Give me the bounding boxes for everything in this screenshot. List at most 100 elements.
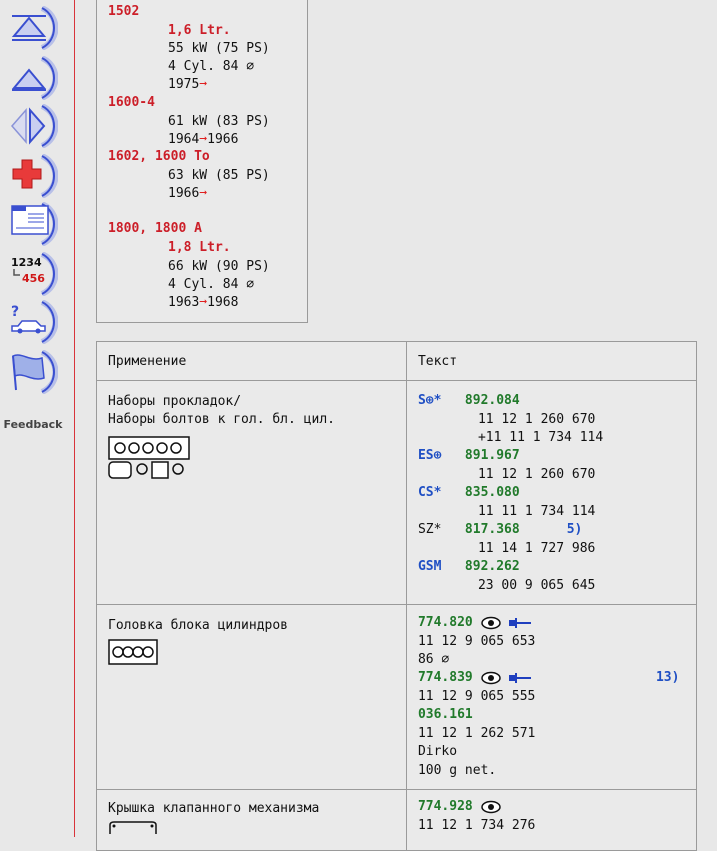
table-row: Головка блока цилиндров 774.820 11 12 9 …: [96, 604, 698, 790]
application-label: Наборы болтов к гол. бл. цил.: [108, 412, 335, 427]
number-search-icon: 1234 456: [11, 252, 58, 296]
first-page-icon: [11, 6, 58, 50]
model-displacement: 1,8 Ltr.: [168, 240, 231, 255]
sidebar-nav: 1234 456 ? Feedback: [0, 0, 66, 837]
flag-button[interactable]: [8, 350, 58, 394]
model-years: 1966➞: [168, 185, 207, 203]
oem-ref: 11 11 1 734 114: [477, 504, 596, 519]
year-from: 1964: [168, 132, 200, 147]
part-number-link[interactable]: 774.928: [418, 799, 473, 814]
text-cell: S⊕* 892.084 11 12 1 260 670 +11 11 1 734…: [405, 380, 698, 605]
oem-ref: +11 11 1 734 114: [477, 430, 604, 445]
year-from: 1975: [168, 77, 200, 92]
part-number-link[interactable]: 891.967: [465, 448, 520, 463]
part-number-link[interactable]: 774.820: [418, 615, 473, 630]
model-name[interactable]: 1600-4: [108, 94, 155, 112]
oem-ref: 11 12 1 262 571: [417, 726, 536, 741]
model-years: 1964➞1966: [168, 131, 238, 149]
part-prefix: CS*: [417, 485, 442, 500]
oem-ref: 11 12 1 260 670: [477, 467, 596, 482]
product-quantity: 100 g net.: [417, 763, 497, 778]
document-icon: [11, 202, 58, 246]
arrow-right-icon: ➞: [199, 295, 208, 310]
valve-cover-gasket-icon[interactable]: [108, 821, 158, 835]
svg-text:1234: 1234: [11, 256, 42, 269]
sidebar-divider: [74, 0, 75, 837]
svg-text:?: ?: [11, 304, 19, 320]
column-header-text: Текст: [405, 341, 698, 381]
application-cell: Наборы прокладок/ Наборы болтов к гол. б…: [96, 380, 407, 605]
part-line: SZ* 817.368 5): [418, 521, 582, 539]
part-line: S⊕* 892.084: [418, 392, 520, 410]
text-cell: 774.928 11 12 1 734 276: [405, 789, 698, 851]
table-row: Наборы прокладок/ Наборы болтов к гол. б…: [96, 380, 698, 605]
model-cylinders: 4 Cyl. 84 ∅: [168, 277, 255, 292]
year-from: 1963: [168, 295, 200, 310]
eye-icon[interactable]: [480, 800, 501, 814]
part-line: GSM 892.262: [418, 558, 520, 576]
column-header-application: Применение: [96, 341, 407, 381]
previous-page-button[interactable]: [8, 56, 58, 100]
part-number-link[interactable]: 892.084: [465, 393, 520, 408]
bore-size: 86 ∅: [417, 652, 450, 667]
gasket-set-icon[interactable]: [108, 436, 190, 480]
part-line: 774.839: [418, 669, 532, 687]
oem-ref: 11 12 1 734 276: [417, 818, 536, 833]
document-button[interactable]: [8, 202, 58, 246]
oem-ref: 11 12 1 260 670: [477, 412, 596, 427]
product-name: Dirko: [417, 744, 458, 759]
arrow-right-icon: ➞: [199, 77, 208, 92]
eye-icon[interactable]: [480, 616, 501, 630]
flag-icon: [12, 350, 58, 394]
previous-page-icon: [11, 56, 58, 100]
part-number-link[interactable]: 835.080: [465, 485, 520, 500]
part-prefix: S⊕*: [417, 393, 442, 408]
part-number-link[interactable]: 036.161: [418, 706, 473, 724]
application-label: Наборы прокладок/: [108, 394, 242, 409]
number-search-button[interactable]: 1234 456: [8, 252, 58, 296]
model-name[interactable]: 1602, 1600 To: [108, 148, 210, 166]
first-aid-icon: [12, 154, 58, 198]
arrow-right-icon: ➞: [199, 132, 208, 147]
application-label: Головка блока цилиндров: [108, 618, 289, 633]
footnote-link[interactable]: 5): [567, 522, 583, 537]
part-line: 774.820: [418, 614, 532, 632]
part-number-link[interactable]: 817.368: [465, 522, 520, 537]
model-name[interactable]: 1800, 1800 A: [108, 220, 202, 238]
svg-text:456: 456: [22, 272, 45, 285]
first-aid-button[interactable]: [8, 154, 58, 198]
part-prefix: SZ*: [417, 522, 442, 537]
oem-ref: 23 00 9 065 645: [477, 578, 596, 593]
part-line: ES⊕ 891.967: [418, 447, 520, 465]
model-name[interactable]: 1502: [108, 3, 139, 21]
text-cell: 774.820 11 12 9 065 653 86 ∅ 774.839 13)…: [405, 604, 698, 790]
model-power: 55 kW (75 PS): [168, 41, 270, 56]
feedback-link[interactable]: Feedback: [0, 418, 66, 431]
application-label: Крышка клапанного механизма: [108, 801, 320, 816]
part-line: 774.928: [418, 798, 501, 816]
prev-next-icon: [11, 104, 58, 148]
year-to: 1968: [207, 295, 239, 310]
model-list: 1502 1,6 Ltr. 55 kW (75 PS) 4 Cyl. 84 ∅ …: [96, 0, 308, 323]
part-prefix: ES⊕: [417, 448, 442, 463]
table-row: Крышка клапанного механизма 774.928 11 1…: [96, 789, 698, 851]
application-cell: Крышка клапанного механизма: [96, 789, 407, 851]
first-page-button[interactable]: [8, 6, 58, 50]
oem-ref: 11 14 1 727 986: [477, 541, 596, 556]
model-cylinders: 4 Cyl. 84 ∅: [168, 59, 255, 74]
wrench-icon[interactable]: [508, 672, 532, 684]
vehicle-help-button[interactable]: ?: [8, 300, 58, 344]
part-number-link[interactable]: 774.839: [418, 670, 473, 685]
model-displacement: 1,6 Ltr.: [168, 23, 231, 38]
year-from: 1966: [168, 186, 200, 201]
wrench-icon[interactable]: [508, 617, 532, 629]
part-prefix: GSM: [417, 559, 442, 574]
cylinder-head-gasket-icon[interactable]: [108, 639, 158, 665]
model-years: 1963➞1968: [168, 294, 238, 312]
part-number-link[interactable]: 892.262: [465, 559, 520, 574]
prev-next-button[interactable]: [8, 104, 58, 148]
eye-icon[interactable]: [480, 671, 501, 685]
footnote-link[interactable]: 13): [656, 669, 679, 687]
vehicle-help-icon: ?: [11, 300, 58, 344]
part-line: CS* 835.080: [418, 484, 520, 502]
